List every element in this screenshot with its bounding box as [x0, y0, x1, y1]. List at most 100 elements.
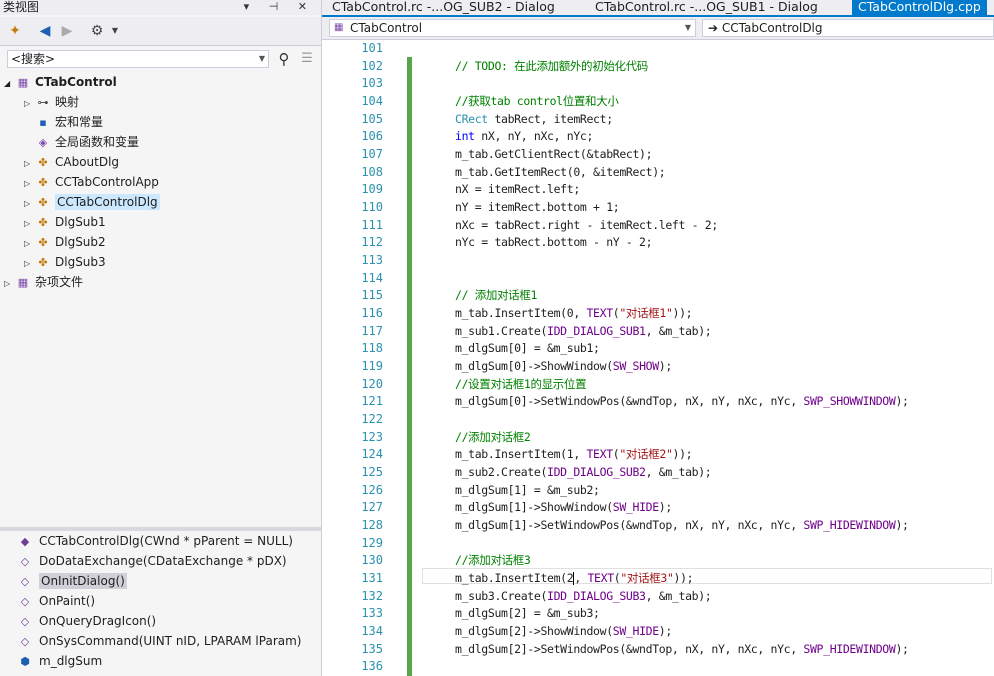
tree-item-misc-files[interactable]: ▷ ▦ 杂项文件 — [4, 272, 83, 292]
project-icon: ▦ — [334, 22, 344, 33]
line-number: 135 — [361, 641, 383, 656]
method-icon: ◆ — [20, 535, 30, 548]
code-line[interactable]: nX = itemRect.left; — [455, 181, 580, 199]
member-dropdown[interactable]: ➔ CCTabControlDlg — [702, 19, 994, 37]
line-number: 118 — [361, 341, 383, 356]
code-line[interactable]: nY = itemRect.bottom + 1; — [455, 199, 620, 217]
line-number: 133 — [361, 606, 383, 621]
code-line[interactable]: m_tab.GetClientRect(&tabRect); — [455, 146, 653, 164]
member-item[interactable]: ◇ OnInitDialog() — [18, 571, 127, 591]
code-line[interactable]: m_tab.GetItemRect(0, &itemRect); — [455, 164, 666, 182]
line-number: 130 — [361, 553, 383, 568]
collapsed-arrow-icon[interactable]: ▷ — [24, 94, 36, 114]
code-line[interactable]: m_tab.InsertItem(0, TEXT("对话框1")); — [455, 305, 693, 323]
code-line[interactable]: //添加对话框3 — [455, 552, 531, 570]
expanded-arrow-icon[interactable]: ◢ — [4, 74, 16, 94]
forward-icon[interactable]: ▶ — [58, 22, 76, 40]
code-line[interactable]: m_dlgSum[1]->ShowWindow(SW_HIDE); — [455, 499, 672, 517]
panel-window-buttons[interactable]: ▾ ⊣ ✕ — [244, 0, 315, 13]
protected-method-icon: ◇ — [20, 595, 30, 608]
code-line[interactable]: m_dlgSum[1] = &m_sub2; — [455, 482, 600, 500]
collapsed-arrow-icon[interactable]: ▷ — [24, 234, 36, 254]
scope-dropdown[interactable]: ▦ CTabControl ▼ — [329, 19, 696, 37]
line-number: 103 — [361, 76, 383, 91]
line-number: 115 — [361, 288, 383, 303]
code-line[interactable]: m_sub3.Create(IDD_DIALOG_SUB3, &m_tab); — [455, 588, 712, 606]
settings-dropdown-icon[interactable]: ▼ — [106, 22, 124, 40]
line-number: 116 — [361, 306, 383, 321]
panel-title-bar: 类视图 ▾ ⊣ ✕ — [0, 0, 321, 15]
member-item[interactable]: ◇ OnPaint() — [18, 591, 95, 611]
code-line[interactable]: m_sub2.Create(IDD_DIALOG_SUB2, &m_tab); — [455, 464, 712, 482]
tree-item-cctabcontroldlg[interactable]: ▷ ✤ CCTabControlDlg — [24, 192, 160, 212]
code-line[interactable]: CRect tabRect, itemRect; — [455, 111, 613, 129]
collapsed-arrow-icon[interactable]: ▷ — [24, 194, 36, 214]
tab-rc-sub1[interactable]: CTabControl.rc -...OG_SUB1 - Dialog — [589, 0, 824, 16]
collapsed-arrow-icon[interactable]: ▷ — [24, 214, 36, 234]
code-editor[interactable]: 101 102 // TODO: 在此添加额外的初始化代码 103 104 //获取tab… — [322, 40, 994, 676]
member-item[interactable]: ◇ OnSysCommand(UINT nID, LPARAM lParam) — [18, 631, 302, 651]
tab-rc-sub2[interactable]: CTabControl.rc -...OG_SUB2 - Dialog — [326, 0, 561, 16]
code-line[interactable]: m_sub1.Create(IDD_DIALOG_SUB1, &m_tab); — [455, 323, 712, 341]
member-item[interactable]: ◆ CCTabControlDlg(CWnd * pParent = NULL) — [18, 531, 293, 551]
tree-item-globals[interactable]: ◈ 全局函数和变量 — [24, 132, 139, 152]
line-number: 129 — [361, 535, 383, 550]
tree-item-dlgsub3[interactable]: ▷ ✤ DlgSub3 — [24, 252, 106, 272]
code-line[interactable]: m_tab.InsertItem(2, TEXT("对话框3")); — [455, 570, 694, 588]
member-item[interactable]: ◇ DoDataExchange(CDataExchange * pDX) — [18, 551, 287, 571]
new-folder-icon[interactable]: ✦ — [6, 22, 24, 40]
tree-item-cctabcontrolapp[interactable]: ▷ ✤ CCTabControlApp — [24, 172, 159, 192]
code-line[interactable]: nXc = tabRect.right - itemRect.left - 2; — [455, 217, 718, 235]
member-item[interactable]: ◇ OnQueryDragIcon() — [18, 611, 156, 631]
tree-item-macros[interactable]: ▪ 宏和常量 — [24, 112, 103, 132]
code-line[interactable]: m_dlgSum[0]->SetWindowPos(&wndTop, nX, n… — [455, 393, 909, 411]
back-icon[interactable]: ◀ — [36, 22, 54, 40]
chevron-down-icon[interactable]: ▼ — [685, 20, 691, 36]
folder-icon: ▦ — [17, 276, 29, 289]
code-line[interactable]: m_dlgSum[2] = &m_sub3; — [455, 605, 600, 623]
code-line[interactable]: //添加对话框2 — [455, 429, 531, 447]
search-icon[interactable]: ⚲ — [275, 49, 293, 69]
chevron-down-icon[interactable]: ▼ — [259, 51, 265, 67]
tree-item-caboutdlg[interactable]: ▷ ✤ CAboutDlg — [24, 152, 119, 172]
code-line[interactable]: m_dlgSum[0] = &m_sub1; — [455, 340, 600, 358]
tree-item-dlgsub1[interactable]: ▷ ✤ DlgSub1 — [24, 212, 106, 232]
code-line[interactable]: //设置对话框1的显示位置 — [455, 376, 587, 394]
collapsed-arrow-icon[interactable]: ▷ — [4, 274, 16, 294]
line-number: 107 — [361, 147, 383, 162]
line-number: 111 — [361, 217, 383, 232]
line-number: 120 — [361, 376, 383, 391]
line-number: 117 — [361, 323, 383, 338]
code-line[interactable]: nYc = tabRect.bottom - nY - 2; — [455, 234, 653, 252]
document-tabs: CTabControl.rc -...OG_SUB2 - Dialog CTab… — [322, 0, 994, 16]
tab-cpp-active[interactable]: CTabControlDlg.cpp — [852, 0, 987, 16]
members-list: ◆ CCTabControlDlg(CWnd * pParent = NULL) … — [0, 531, 321, 676]
code-line[interactable]: int nX, nY, nXc, nYc; — [455, 128, 593, 146]
line-number: 131 — [361, 571, 383, 586]
tree-item-maps[interactable]: ▷ ⊶ 映射 — [24, 92, 79, 112]
collapsed-arrow-icon[interactable]: ▷ — [24, 174, 36, 194]
class-icon: ✤ — [38, 176, 48, 189]
settings-gear-icon[interactable]: ⚙ — [88, 22, 106, 40]
tree-item-ctabcontrol[interactable]: ◢ ▦ CTabControl — [4, 72, 117, 92]
member-item[interactable]: ⬢ m_dlgSum — [18, 651, 102, 671]
code-line[interactable]: m_dlgSum[1]->SetWindowPos(&wndTop, nX, n… — [455, 517, 909, 535]
collapsed-arrow-icon[interactable]: ▷ — [24, 254, 36, 274]
code-line[interactable]: // 添加对话框1 — [455, 287, 537, 305]
search-input[interactable]: <搜索> ▼ — [7, 50, 269, 68]
code-line[interactable]: m_dlgSum[2]->SetWindowPos(&wndTop, nX, n… — [455, 641, 909, 659]
collapsed-arrow-icon[interactable]: ▷ — [24, 154, 36, 174]
line-number: 109 — [361, 182, 383, 197]
line-number: 110 — [361, 200, 383, 215]
code-line[interactable]: m_dlgSum[0]->ShowWindow(SW_SHOW); — [455, 358, 672, 376]
text-cursor — [573, 572, 575, 586]
class-icon: ✤ — [38, 236, 48, 249]
tree-item-dlgsub2[interactable]: ▷ ✤ DlgSub2 — [24, 232, 106, 252]
code-line[interactable]: m_tab.InsertItem(1, TEXT("对话框2")); — [455, 446, 693, 464]
code-line[interactable]: m_dlgSum[2]->ShowWindow(SW_HIDE); — [455, 623, 672, 641]
filter-icon[interactable]: ☰ — [298, 49, 316, 69]
class-icon: ✤ — [38, 256, 48, 269]
code-line[interactable]: //获取tab control位置和大小 — [455, 93, 619, 111]
code-line[interactable]: // TODO: 在此添加额外的初始化代码 — [455, 58, 648, 76]
global-icon: ◈ — [38, 136, 48, 149]
